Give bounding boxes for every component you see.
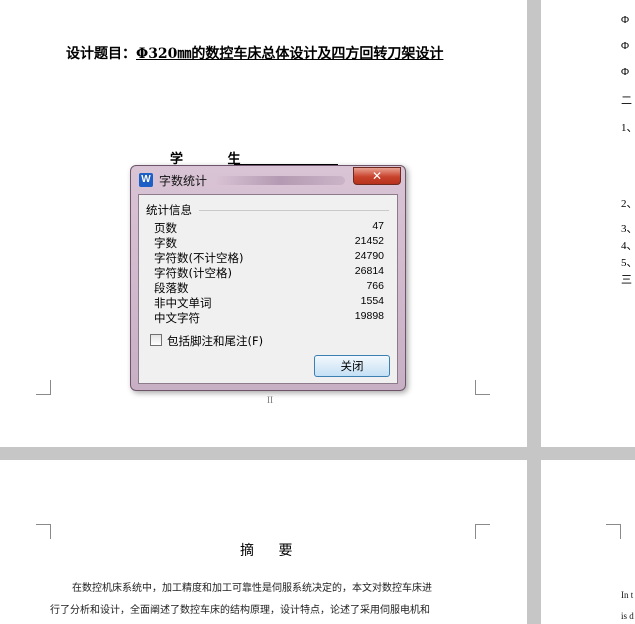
stat-label: 页数: [154, 221, 177, 235]
english-line: In t: [621, 590, 634, 600]
toc-item: Φ: [621, 66, 630, 78]
page-corner-mark: [475, 380, 490, 395]
stat-value: 47: [372, 220, 384, 232]
page-corner-mark: [606, 524, 621, 539]
page-corner-mark: [36, 380, 51, 395]
include-notes-label[interactable]: 包括脚注和尾注(F): [167, 333, 263, 349]
toc-item: 3、: [621, 223, 635, 235]
dialog-body: 统计信息 页数 47 字数 21452 字符数(不计空格) 24790 字符数(…: [138, 194, 398, 384]
stat-value: 26814: [354, 265, 384, 277]
dialog-title: 字数统计: [159, 174, 208, 188]
toc-item: 2、: [621, 198, 635, 210]
stat-label: 非中文单词: [154, 296, 212, 310]
stats-group-label: 统计信息: [146, 202, 195, 218]
page-corner-mark: [475, 524, 490, 539]
stat-label: 字符数(计空格): [154, 266, 232, 280]
stat-value: 24790: [354, 250, 384, 262]
toc-item: 5、: [621, 257, 635, 269]
stat-label: 段落数: [154, 281, 189, 295]
design-title: 设计题目：Φ320㎜的数控车床总体设计及四方回转刀架设计: [66, 43, 443, 63]
toc-item: Φ: [621, 14, 630, 26]
page-corner-mark: [36, 524, 51, 539]
abstract-title: 摘 要: [240, 543, 303, 559]
close-icon[interactable]: ✕: [353, 167, 401, 185]
stat-row-chars-with-spaces: 字符数(计空格) 26814: [154, 265, 384, 280]
wps-writer-icon: W: [139, 173, 153, 187]
stat-row-paragraphs: 段落数 766: [154, 280, 384, 295]
blurred-title-text: [215, 176, 345, 185]
word-count-dialog: W 字数统计 ✕ 统计信息 页数 47 字数 21452 字符数(不计空格) 2…: [130, 165, 406, 391]
toc-item: 4、: [621, 240, 635, 252]
stat-value: 1554: [360, 295, 384, 307]
stat-label: 中文字符: [154, 311, 200, 325]
stat-row-chars-no-spaces: 字符数(不计空格) 24790: [154, 250, 384, 265]
page-number: II: [267, 395, 273, 405]
toc-item: Φ: [621, 40, 630, 52]
stat-row-words: 字数 21452: [154, 235, 384, 250]
stat-label: 字符数(不计空格): [154, 251, 244, 265]
stat-row-pages: 页数 47: [154, 220, 384, 235]
include-notes-checkbox[interactable]: [150, 334, 162, 346]
design-title-text: Φ320㎜的数控车床总体设计及四方回转刀架设计: [136, 46, 444, 62]
toc-item: 三: [621, 274, 632, 286]
stat-value: 21452: [354, 235, 384, 247]
design-title-prefix: 设计题目：: [66, 46, 136, 62]
stat-label: 字数: [154, 236, 177, 250]
abstract-line: 行了分析和设计，全面阐述了数控车床的结构原理，设计特点，论述了采用伺服电机和: [50, 605, 430, 616]
group-divider: [199, 210, 389, 211]
toc-item: 二: [621, 95, 632, 107]
stat-row-non-chinese-words: 非中文单词 1554: [154, 295, 384, 310]
stat-value: 766: [366, 280, 384, 292]
stat-value: 19898: [354, 310, 384, 322]
close-button[interactable]: 关闭: [314, 355, 390, 377]
abstract-line: 在数控机床系统中，加工精度和加工可靠性是伺服系统决定的，本文对数控车床进: [72, 583, 432, 594]
toc-item: 1、: [621, 122, 635, 134]
stat-row-chinese-chars: 中文字符 19898: [154, 310, 384, 325]
dialog-titlebar[interactable]: W 字数统计 ✕: [131, 166, 405, 194]
english-line: is d: [621, 611, 634, 621]
